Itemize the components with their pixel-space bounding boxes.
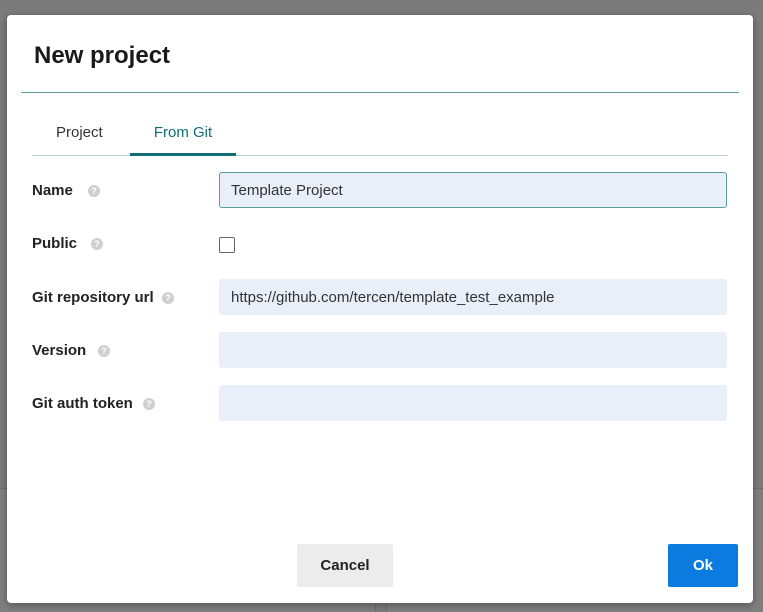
help-icon[interactable]: ? <box>88 185 100 197</box>
git-url-label: Git repository url <box>32 289 154 306</box>
public-label: Public <box>32 235 78 252</box>
version-label: Version <box>32 342 87 359</box>
auth-token-row: Git auth token ? <box>32 385 728 423</box>
cancel-button[interactable]: Cancel <box>297 544 393 587</box>
auth-token-input[interactable] <box>219 385 727 421</box>
public-row: Public ? <box>32 225 728 263</box>
name-row: Name ? <box>32 172 728 210</box>
auth-token-label: Git auth token <box>32 395 133 412</box>
ok-button[interactable]: Ok <box>668 544 738 587</box>
git-url-input[interactable] <box>219 279 727 315</box>
help-icon[interactable]: ? <box>162 292 174 304</box>
help-icon[interactable]: ? <box>143 398 155 410</box>
tab-from-git[interactable]: From Git <box>130 118 236 156</box>
new-project-dialog: New project Project From Git Name ? Publ… <box>7 15 753 603</box>
public-checkbox[interactable] <box>219 237 235 253</box>
version-input[interactable] <box>219 332 727 368</box>
tab-project[interactable]: Project <box>32 118 127 156</box>
help-icon[interactable]: ? <box>98 345 110 357</box>
name-input[interactable] <box>219 172 727 208</box>
title-divider <box>21 92 739 93</box>
name-label: Name <box>32 182 73 199</box>
tab-bar: Project From Git <box>32 118 728 156</box>
help-icon[interactable]: ? <box>91 238 103 250</box>
dialog-title: New project <box>34 42 171 69</box>
version-row: Version ? <box>32 332 728 370</box>
git-url-row: Git repository url ? <box>32 279 728 317</box>
